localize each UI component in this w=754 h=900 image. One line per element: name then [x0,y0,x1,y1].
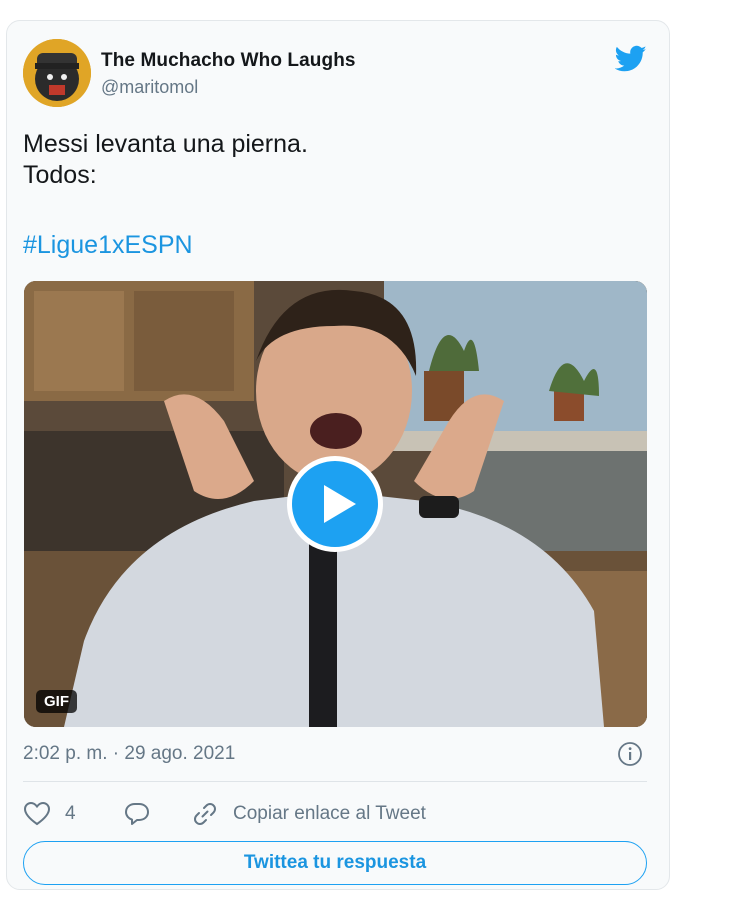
gif-badge: GIF [36,690,77,713]
twitter-bird-icon[interactable] [615,45,647,73]
tweet-header: The Muchacho Who Laughs @maritomol [23,39,653,109]
reply-button[interactable]: Twittea tu respuesta [23,841,647,885]
like-action[interactable]: 4 [23,797,76,831]
copy-link-label: Copiar enlace al Tweet [233,803,426,824]
heart-icon [23,801,51,826]
tweet-text-line1: Messi levanta una pierna. [23,130,308,158]
tweet-text-line2: Todos: [23,161,97,189]
link-icon [194,803,216,825]
gif-media[interactable]: GIF [24,281,647,727]
copy-link-action[interactable]: Copiar enlace al Tweet [191,797,426,831]
hashtag-link[interactable]: #Ligue1xESPN [23,231,193,260]
author-avatar[interactable] [23,39,91,107]
tweet-text: Messi levanta una pierna. Todos: [23,129,308,191]
tweet-card: The Muchacho Who Laughs @maritomol Messi… [6,20,670,890]
author-name[interactable]: The Muchacho Who Laughs [101,50,356,72]
tweet-actions: 4 Copiar enlace al Tweet [23,797,647,831]
divider [23,781,647,782]
reply-action[interactable] [123,797,151,831]
play-button[interactable] [287,456,383,552]
play-icon [324,485,356,523]
tweet-timestamp[interactable]: 2:02 p. m. · 29 ago. 2021 [23,743,235,765]
avatar-image [23,39,91,107]
author-handle[interactable]: @maritomol [101,77,198,98]
like-count: 4 [65,803,76,824]
speech-bubble-icon [125,803,149,825]
info-icon[interactable] [617,741,643,767]
